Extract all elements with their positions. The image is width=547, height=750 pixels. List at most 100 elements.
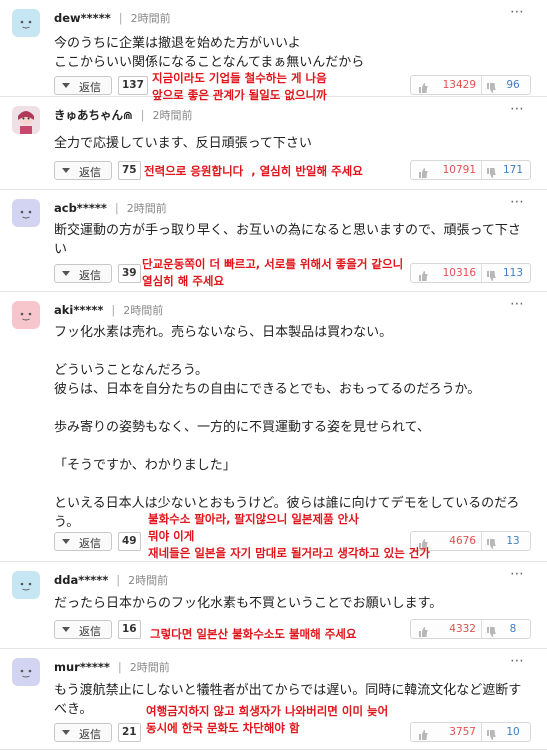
dislike-count[interactable]: 13 (499, 535, 527, 547)
vote-divider (481, 532, 482, 550)
chevron-down-icon (62, 168, 70, 173)
reply-button[interactable]: 返信 (54, 161, 112, 180)
reply-count[interactable]: 16 (118, 620, 141, 639)
thumbs-up-icon[interactable] (418, 79, 428, 93)
reply-button[interactable]: 返信 (54, 723, 112, 742)
timestamp: 2時間前 (123, 304, 164, 317)
comment-text: フッ化水素は売れ。売らないなら、日本製品は買わない。 どういうことなんだろう。 … (54, 325, 520, 530)
separator: | (116, 573, 121, 587)
reply-label: 返信 (79, 537, 101, 550)
username[interactable]: aki***** (54, 303, 103, 317)
timestamp: 2時間前 (126, 202, 167, 215)
comment-text: 断交運動の方が手っ取り早く、お互いの為になると思いますので、頑張って下さ い (54, 223, 521, 257)
separator: | (118, 11, 123, 25)
reply-label: 返信 (79, 81, 101, 94)
thumbs-down-icon[interactable] (486, 267, 496, 281)
dislike-count[interactable]: 8 (499, 623, 527, 635)
reply-label: 返信 (79, 269, 101, 282)
username[interactable]: dew***** (54, 11, 111, 25)
chevron-down-icon (62, 83, 70, 88)
comment-item: dda***** | 2時間前 ⋯ だったら日本からのフッ化水素も不買ということでお願い… (0, 562, 547, 649)
thumbs-down-icon[interactable] (486, 164, 496, 178)
comment-header: acb***** | 2時間前 (54, 200, 167, 216)
vote-divider (481, 161, 482, 179)
like-count[interactable]: 10791 (431, 164, 476, 176)
chevron-down-icon (62, 539, 70, 544)
translation-annotation: 그렇다면 일본산 불화수소도 불매해 주세요 (150, 627, 357, 641)
avatar (12, 199, 40, 227)
avatar (12, 9, 40, 37)
separator: | (140, 108, 145, 122)
avatar (12, 301, 40, 329)
like-count[interactable]: 3757 (431, 726, 476, 738)
vote-box: 4332 8 (410, 619, 531, 639)
translation-annotation: 여행금지하지 않고 희생자가 나와버리면 이미 늦어 동시에 한국 문화도 차단… (146, 704, 389, 735)
thumbs-up-icon[interactable] (418, 726, 428, 740)
more-options-icon[interactable]: ⋯ (510, 653, 525, 669)
chevron-down-icon (62, 271, 70, 276)
thumbs-down-icon[interactable] (486, 535, 496, 549)
username[interactable]: mur***** (54, 660, 110, 674)
reply-count[interactable]: 137 (118, 76, 148, 95)
like-count[interactable]: 4676 (431, 535, 476, 547)
vote-divider (481, 723, 482, 741)
dislike-count[interactable]: 96 (499, 79, 527, 91)
thumbs-down-icon[interactable] (486, 623, 496, 637)
comment-item: aki***** | 2時間前 ⋯ フッ化水素は売れ。売らないなら、日本製品は買わない。… (0, 292, 547, 562)
username[interactable]: きゅあちゃん⋒ (54, 108, 133, 122)
vote-box: 10316 113 (410, 263, 531, 283)
more-options-icon[interactable]: ⋯ (510, 296, 525, 312)
reply-button[interactable]: 返信 (54, 264, 112, 283)
reply-button[interactable]: 返信 (54, 76, 112, 95)
comment-header: dda***** | 2時間前 (54, 572, 168, 588)
separator: | (114, 201, 119, 215)
timestamp: 2時間前 (152, 109, 193, 122)
comment-item: きゅあちゃん⋒ | 2時間前 ⋯ 全力で応援しています、反日頑張って下さい 返信 75 107… (0, 97, 547, 190)
vote-divider (481, 264, 482, 282)
reply-count[interactable]: 49 (118, 532, 141, 551)
thumbs-down-icon[interactable] (486, 726, 496, 740)
thumbs-up-icon[interactable] (418, 623, 428, 637)
comment-item: mur***** | 2時間前 ⋯ もう渡航禁止にしないと犠牲者が出てからでは遅い。同時… (0, 649, 547, 750)
comment-text: だったら日本からのフッ化水素も不買ということでお願いします。 (54, 596, 443, 611)
comment-item: dew***** | 2時間前 ⋯ 今のうちに企業は撤退を始めた方がいいよ ここからいい… (0, 0, 547, 102)
timestamp: 2時間前 (129, 661, 170, 674)
reply-label: 返信 (79, 728, 101, 741)
translation-annotation: 전력으로 응원합니다 , 열심히 반일해 주세요 (144, 164, 363, 178)
separator: | (117, 660, 122, 674)
timestamp: 2時間前 (128, 574, 169, 587)
chevron-down-icon (62, 730, 70, 735)
comment-text: 今のうちに企業は撤退を始めた方がいいよ ここからいい関係になることなんてまぁ無い… (54, 36, 365, 70)
thumbs-up-icon[interactable] (418, 267, 428, 281)
vote-box: 3757 10 (410, 722, 531, 742)
dislike-count[interactable]: 113 (499, 267, 527, 279)
translation-annotation: 불화수소 팔아라, 팔지않으니 일본제품 안사 뭐야 이게 재네들은 일본을 자… (148, 512, 430, 560)
more-options-icon[interactable]: ⋯ (510, 194, 525, 210)
reply-button[interactable]: 返信 (54, 620, 112, 639)
more-options-icon[interactable]: ⋯ (510, 101, 525, 117)
dislike-count[interactable]: 171 (499, 164, 527, 176)
avatar (12, 658, 40, 686)
like-count[interactable]: 13429 (431, 79, 476, 91)
more-options-icon[interactable]: ⋯ (510, 4, 525, 20)
username[interactable]: dda***** (54, 573, 108, 587)
comment-feed: dew***** | 2時間前 ⋯ 今のうちに企業は撤退を始めた方がいいよ ここからいい… (0, 0, 547, 750)
username[interactable]: acb***** (54, 201, 107, 215)
like-count[interactable]: 10316 (431, 267, 476, 279)
reply-button[interactable]: 返信 (54, 532, 112, 551)
vote-divider (481, 620, 482, 638)
comment-header: きゅあちゃん⋒ | 2時間前 (54, 107, 193, 123)
comment-header: aki***** | 2時間前 (54, 302, 163, 318)
reply-count[interactable]: 21 (118, 723, 141, 742)
thumbs-up-icon[interactable] (418, 164, 428, 178)
translation-annotation: 단교운동쪽이 더 빠르고, 서로를 위해서 좋을거 같으니 열심히 해 주세요 (142, 257, 404, 288)
vote-box: 13429 96 (410, 75, 531, 95)
dislike-count[interactable]: 10 (499, 726, 527, 738)
reply-label: 返信 (79, 166, 101, 179)
reply-count[interactable]: 75 (118, 161, 141, 180)
reply-count[interactable]: 39 (118, 264, 141, 283)
more-options-icon[interactable]: ⋯ (510, 566, 525, 582)
like-count[interactable]: 4332 (431, 623, 476, 635)
thumbs-down-icon[interactable] (486, 79, 496, 93)
comment-header: mur***** | 2時間前 (54, 659, 170, 675)
